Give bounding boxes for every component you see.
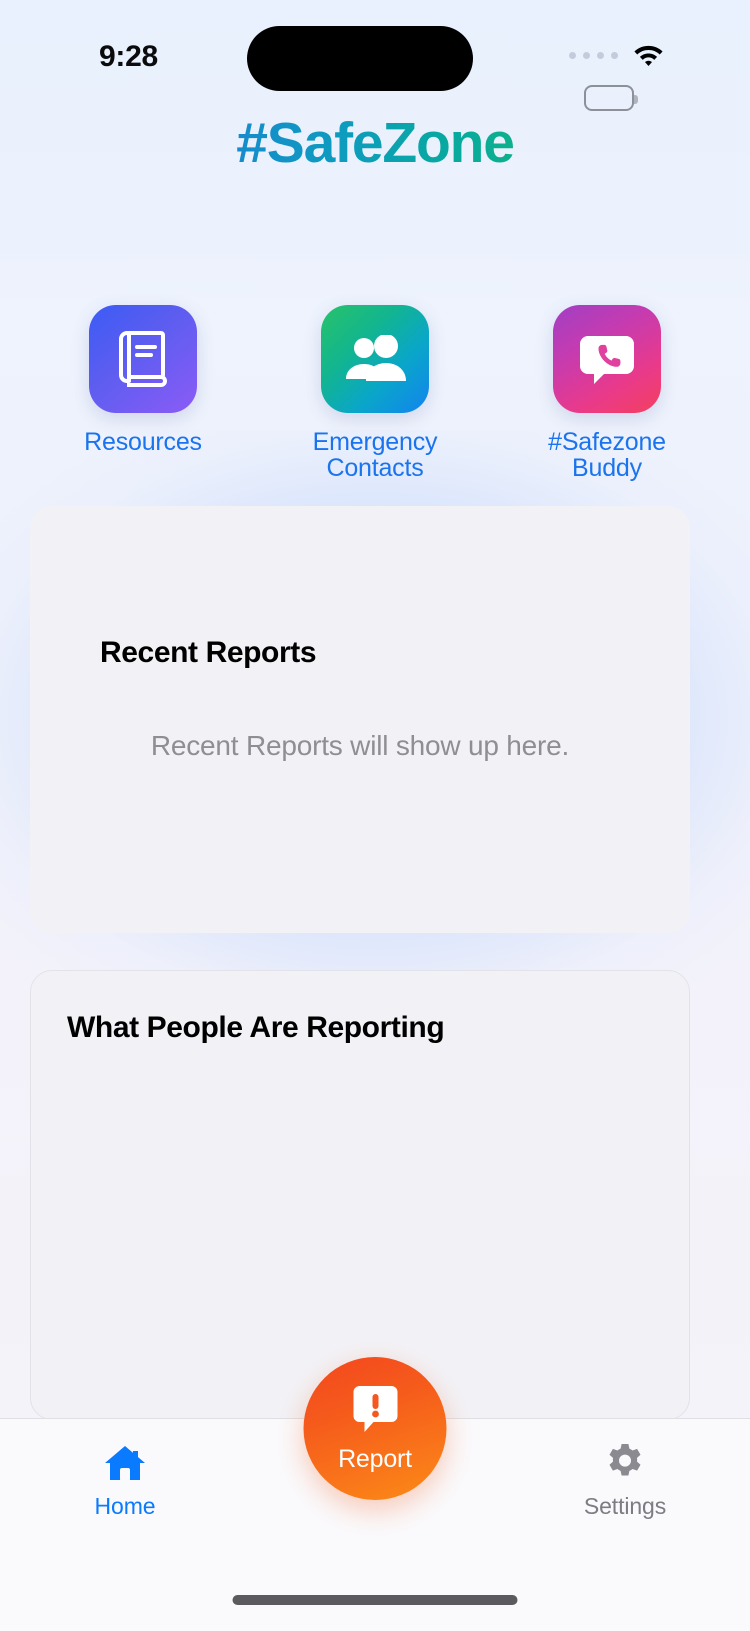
- home-icon: [103, 1441, 147, 1485]
- wifi-icon: [634, 45, 663, 66]
- tab-home-label: Home: [94, 1493, 156, 1519]
- recent-reports-card: Recent Reports Recent Reports will show …: [30, 506, 690, 933]
- tab-home[interactable]: Home: [0, 1419, 250, 1564]
- quick-actions-row: Resources Emergency Contacts #Safezone B…: [0, 305, 750, 482]
- quick-action-label: Resources: [84, 428, 202, 456]
- resources-tile[interactable]: [89, 305, 197, 413]
- app-title: #SafeZone: [0, 110, 750, 176]
- quick-action-safezone-buddy[interactable]: #Safezone Buddy: [517, 305, 697, 482]
- battery-icon: [584, 85, 638, 111]
- report-fab-button[interactable]: Report: [303, 1357, 447, 1500]
- book-icon: [119, 331, 167, 387]
- phone-chat-icon: [580, 336, 634, 384]
- quick-action-label: Emergency Contacts: [312, 428, 438, 483]
- what-people-are-reporting-title: What People Are Reporting: [67, 1011, 445, 1044]
- people-icon: [346, 335, 406, 381]
- gear-icon: [604, 1441, 646, 1485]
- dynamic-island: [247, 26, 473, 91]
- tab-settings-label: Settings: [583, 1493, 667, 1519]
- phone-screen: 9:28 #SafeZone Resources Emergency Conta…: [0, 0, 750, 1631]
- quick-action-emergency-contacts[interactable]: Emergency Contacts: [285, 305, 465, 482]
- signal-dots-icon: [569, 52, 618, 59]
- safezone-buddy-tile[interactable]: [553, 305, 661, 413]
- home-indicator[interactable]: [232, 1595, 518, 1605]
- report-fab-label: Report: [338, 1444, 412, 1473]
- alert-chat-icon: [351, 1384, 399, 1441]
- recent-reports-title: Recent Reports: [100, 636, 317, 669]
- quick-action-label: #Safezone Buddy: [548, 428, 666, 483]
- status-bar: 9:28: [0, 0, 750, 111]
- tab-settings[interactable]: Settings: [500, 1419, 750, 1564]
- quick-action-resources[interactable]: Resources: [53, 305, 233, 482]
- emergency-contacts-tile[interactable]: [321, 305, 429, 413]
- what-people-are-reporting-card: What People Are Reporting: [30, 970, 690, 1420]
- status-bar-indicators: [569, 44, 664, 111]
- recent-reports-empty-text: Recent Reports will show up here.: [150, 730, 570, 761]
- status-bar-time: 9:28: [99, 40, 158, 73]
